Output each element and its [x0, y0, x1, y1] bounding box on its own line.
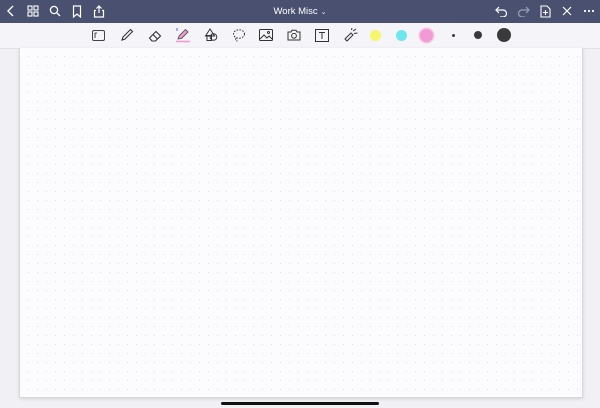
- search-icon[interactable]: [47, 3, 63, 19]
- pen-size-small[interactable]: [444, 26, 462, 44]
- grid-icon[interactable]: [25, 3, 41, 19]
- image-icon[interactable]: [257, 26, 275, 44]
- eraser-icon[interactable]: [146, 26, 164, 44]
- document-title-menu[interactable]: Work Misc ⌄: [273, 6, 326, 17]
- highlighter-color-cyan[interactable]: [392, 26, 410, 44]
- top-navigation-bar: Work Misc ⌄: [0, 0, 600, 23]
- highlighter-color-pink[interactable]: [417, 26, 435, 44]
- laser-pointer-icon[interactable]: [341, 26, 359, 44]
- document-title: Work Misc: [273, 6, 318, 17]
- pen-icon[interactable]: [118, 26, 136, 44]
- read-only-icon[interactable]: [89, 26, 107, 44]
- lasso-icon[interactable]: [230, 26, 248, 44]
- back-icon[interactable]: [3, 3, 19, 19]
- pen-size-large[interactable]: [495, 26, 513, 44]
- pen-size-medium[interactable]: [469, 26, 487, 44]
- highlighter-icon[interactable]: [174, 26, 192, 44]
- close-icon[interactable]: [559, 3, 575, 19]
- highlighter-color-yellow[interactable]: [366, 26, 384, 44]
- shapes-icon[interactable]: [202, 26, 220, 44]
- redo-icon[interactable]: [515, 3, 531, 19]
- undo-icon[interactable]: [493, 3, 509, 19]
- add-page-icon[interactable]: [537, 3, 553, 19]
- chevron-down-icon: ⌄: [320, 8, 327, 16]
- drawing-toolbar: [0, 23, 600, 68]
- more-icon[interactable]: [581, 3, 597, 19]
- camera-icon[interactable]: [285, 26, 303, 44]
- share-icon[interactable]: [91, 3, 107, 19]
- text-box-icon[interactable]: [313, 26, 331, 44]
- bookmark-icon[interactable]: [69, 3, 85, 19]
- notebook-page-canvas[interactable]: [19, 48, 583, 398]
- home-indicator[interactable]: [221, 402, 379, 405]
